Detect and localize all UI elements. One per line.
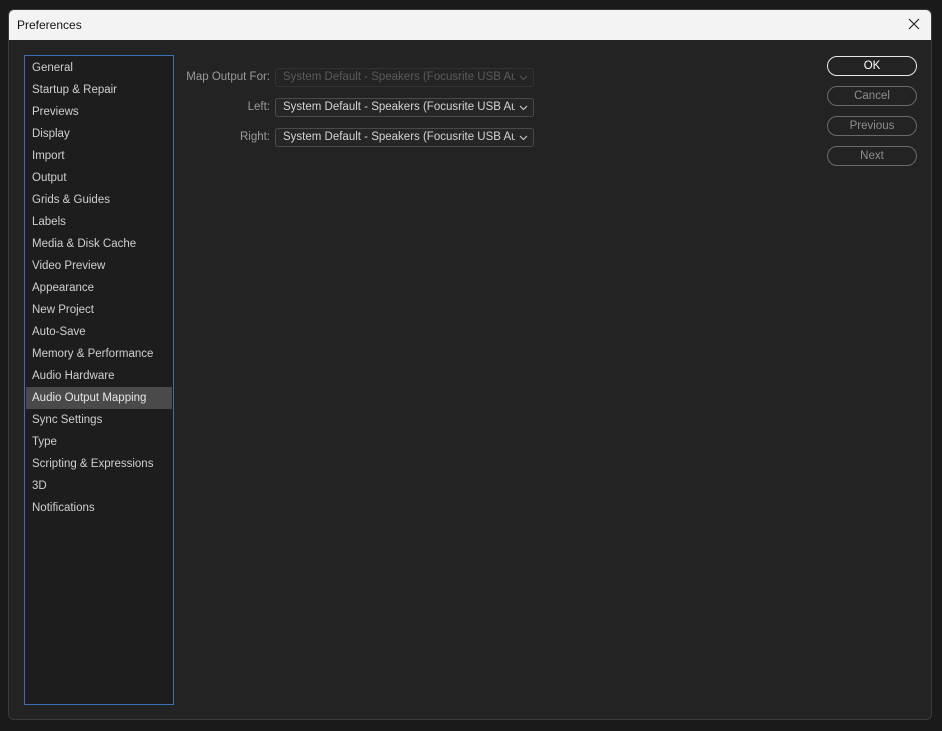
- sidebar-item-labels[interactable]: Labels: [26, 211, 172, 233]
- sidebar-item-previews[interactable]: Previews: [26, 101, 172, 123]
- chevron-down-icon: [519, 75, 528, 81]
- previous-button[interactable]: Previous: [827, 116, 917, 136]
- window-title: Preferences: [17, 18, 82, 32]
- sidebar-item-output[interactable]: Output: [26, 167, 172, 189]
- close-icon[interactable]: [905, 15, 923, 33]
- sidebar-item-new-project[interactable]: New Project: [26, 299, 172, 321]
- sidebar-item-3d[interactable]: 3D: [26, 475, 172, 497]
- sidebar-item-memory-performance[interactable]: Memory & Performance: [26, 343, 172, 365]
- chevron-down-icon: [519, 135, 528, 141]
- sidebar-item-notifications[interactable]: Notifications: [26, 497, 172, 519]
- right-channel-row: Right: System Default - Speakers (Focusr…: [185, 128, 537, 148]
- sidebar-item-startup-repair[interactable]: Startup & Repair: [26, 79, 172, 101]
- map-output-for-dropdown: System Default - Speakers (Focusrite USB…: [275, 68, 534, 87]
- ok-button[interactable]: OK: [827, 56, 917, 76]
- sidebar-item-audio-output-mapping[interactable]: Audio Output Mapping: [26, 387, 172, 409]
- right-channel-label: Right:: [239, 131, 270, 143]
- left-channel-label: Left:: [247, 101, 270, 113]
- title-bar: Preferences: [9, 10, 931, 40]
- sidebar-item-auto-save[interactable]: Auto-Save: [26, 321, 172, 343]
- sidebar-item-display[interactable]: Display: [26, 123, 172, 145]
- sidebar-item-video-preview[interactable]: Video Preview: [26, 255, 172, 277]
- left-channel-dropdown[interactable]: System Default - Speakers (Focusrite USB…: [275, 98, 534, 117]
- sidebar-item-grids-guides[interactable]: Grids & Guides: [26, 189, 172, 211]
- sidebar-item-appearance[interactable]: Appearance: [26, 277, 172, 299]
- right-channel-value: System Default - Speakers (Focusrite USB…: [283, 131, 515, 143]
- map-output-for-value: System Default - Speakers (Focusrite USB…: [283, 71, 515, 83]
- sidebar-item-general[interactable]: General: [26, 57, 172, 79]
- sidebar-item-type[interactable]: Type: [26, 431, 172, 453]
- right-channel-dropdown[interactable]: System Default - Speakers (Focusrite USB…: [275, 128, 534, 147]
- cancel-button[interactable]: Cancel: [827, 86, 917, 106]
- sidebar-item-sync-settings[interactable]: Sync Settings: [26, 409, 172, 431]
- preferences-window: Preferences General Startup & Repair Pre…: [8, 9, 932, 720]
- next-button[interactable]: Next: [827, 146, 917, 166]
- chevron-down-icon: [519, 105, 528, 111]
- sidebar-item-scripting-expressions[interactable]: Scripting & Expressions: [26, 453, 172, 475]
- sidebar-item-audio-hardware[interactable]: Audio Hardware: [26, 365, 172, 387]
- map-output-for-row: Map Output For: System Default - Speaker…: [185, 68, 537, 88]
- sidebar-item-import[interactable]: Import: [26, 145, 172, 167]
- left-channel-row: Left: System Default - Speakers (Focusri…: [185, 98, 537, 118]
- left-channel-value: System Default - Speakers (Focusrite USB…: [283, 101, 515, 113]
- sidebar-item-media-disk-cache[interactable]: Media & Disk Cache: [26, 233, 172, 255]
- map-output-for-label: Map Output For:: [186, 71, 270, 83]
- preferences-category-list: General Startup & Repair Previews Displa…: [24, 55, 174, 705]
